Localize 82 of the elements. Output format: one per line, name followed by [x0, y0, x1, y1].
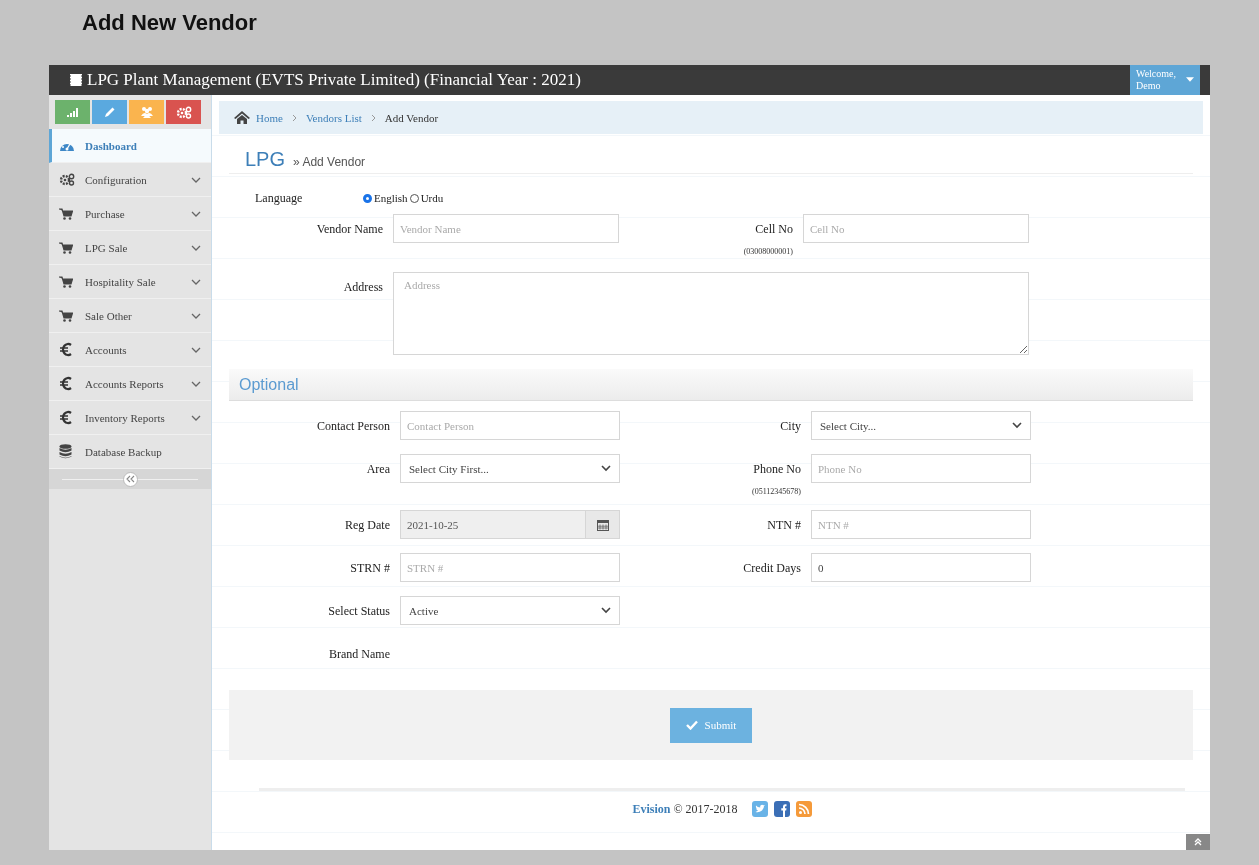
facebook-icon[interactable] [773, 801, 790, 817]
text-field[interactable]: Contact Person [400, 411, 620, 440]
address-field[interactable]: Address [393, 272, 1029, 355]
dropdown[interactable]: Select City... [811, 411, 1031, 440]
bar-chart-icon [66, 107, 79, 117]
field-label: Area [366, 462, 390, 477]
date-field[interactable]: 2021-10-25 [400, 510, 620, 539]
shortcut-button[interactable] [166, 100, 201, 124]
field-label: NTN # [767, 518, 801, 533]
gears-icon [59, 173, 75, 186]
field-label: Vendor Name [316, 222, 383, 237]
field-label: Cell No [755, 222, 793, 237]
field-label: City [780, 419, 801, 434]
field-label: Address [343, 280, 383, 295]
cart-icon [59, 309, 73, 322]
dashboard-icon [59, 139, 75, 152]
page-subheading: » Add Vendor [293, 155, 366, 169]
breadcrumb-link[interactable]: Home [256, 111, 283, 124]
sidebar-item[interactable]: LPG Sale [49, 231, 211, 265]
chevron-icon [601, 465, 611, 472]
cart-icon [59, 241, 73, 254]
field-label: Contact Person [317, 419, 390, 434]
database-icon [59, 444, 72, 459]
brand-link[interactable]: Evision [632, 801, 671, 816]
euro-icon [59, 376, 73, 391]
euro-icon [59, 342, 73, 357]
logo-icon [69, 73, 83, 87]
field-label: Phone No [753, 462, 801, 477]
cart-icon [59, 275, 73, 288]
page-title: Add New Vendor [81, 9, 258, 37]
language-radio[interactable]: English [363, 192, 408, 204]
app-title: LPG Plant Management (EVTS Private Limited) (Financial Year : 2021) [87, 70, 581, 90]
breadcrumb-link[interactable]: Vendors List [305, 111, 362, 124]
chevron-icon [1012, 422, 1022, 429]
euro-icon [59, 410, 73, 425]
field-label: Credit Days [743, 561, 801, 576]
field-label: Brand Name [329, 647, 390, 662]
shortcut-button[interactable] [129, 100, 164, 124]
shortcut-button[interactable] [55, 100, 90, 124]
text-field[interactable]: NTN # [811, 510, 1031, 539]
sidebar-item[interactable]: Configuration [49, 163, 211, 197]
section-title: Optional [239, 375, 299, 394]
twitter-icon[interactable] [751, 801, 768, 817]
sidebar-item[interactable]: Inventory Reports [49, 401, 211, 435]
sidebar-item[interactable]: Purchase [49, 197, 211, 231]
shortcut-button[interactable] [92, 100, 127, 124]
users-icon [139, 106, 154, 118]
text-field[interactable]: Vendor Name [393, 214, 619, 243]
double-chevron-icon [125, 475, 135, 483]
field-label: Select Status [328, 604, 390, 619]
home-icon[interactable] [234, 111, 250, 124]
sidebar-item[interactable]: Dashboard [49, 129, 211, 163]
breadcrumb-current: Add Vendor [384, 111, 439, 124]
rss-icon[interactable] [795, 801, 812, 817]
language-radio[interactable]: Urdu [409, 192, 444, 204]
scroll-top-button[interactable] [1186, 834, 1210, 850]
sidebar-item[interactable]: Accounts Reports [49, 367, 211, 401]
gears-icon [175, 105, 192, 119]
field-hint: (05112345678) [751, 487, 801, 496]
page-heading: LPG [245, 148, 286, 171]
caret-icon [1186, 77, 1194, 83]
text-field[interactable]: Phone No [811, 454, 1031, 483]
text-field[interactable]: 0 [811, 553, 1031, 582]
chevron-icon [601, 607, 611, 614]
sidebar-item[interactable]: Accounts [49, 333, 211, 367]
text-field[interactable]: Cell No [803, 214, 1029, 243]
footer-text: Evision © 2017-2018 [632, 801, 738, 817]
checkmark-icon [685, 720, 698, 730]
field-hint: (03008000001) [743, 247, 793, 256]
collapse-button[interactable] [122, 471, 138, 487]
pencil-icon [103, 106, 116, 118]
sidebar-item[interactable]: Hospitality Sale [49, 265, 211, 299]
calendar-icon[interactable] [596, 518, 609, 531]
cart-icon [59, 207, 73, 220]
sidebar-item[interactable]: Sale Other [49, 299, 211, 333]
dropdown[interactable]: Active [400, 596, 620, 625]
field-label: Reg Date [345, 518, 390, 533]
dropdown[interactable]: Select City First... [400, 454, 620, 483]
text-field[interactable]: STRN # [400, 553, 620, 582]
field-label: Language [255, 190, 304, 206]
double-chevron-icon [1194, 838, 1202, 846]
field-label: STRN # [350, 561, 390, 576]
